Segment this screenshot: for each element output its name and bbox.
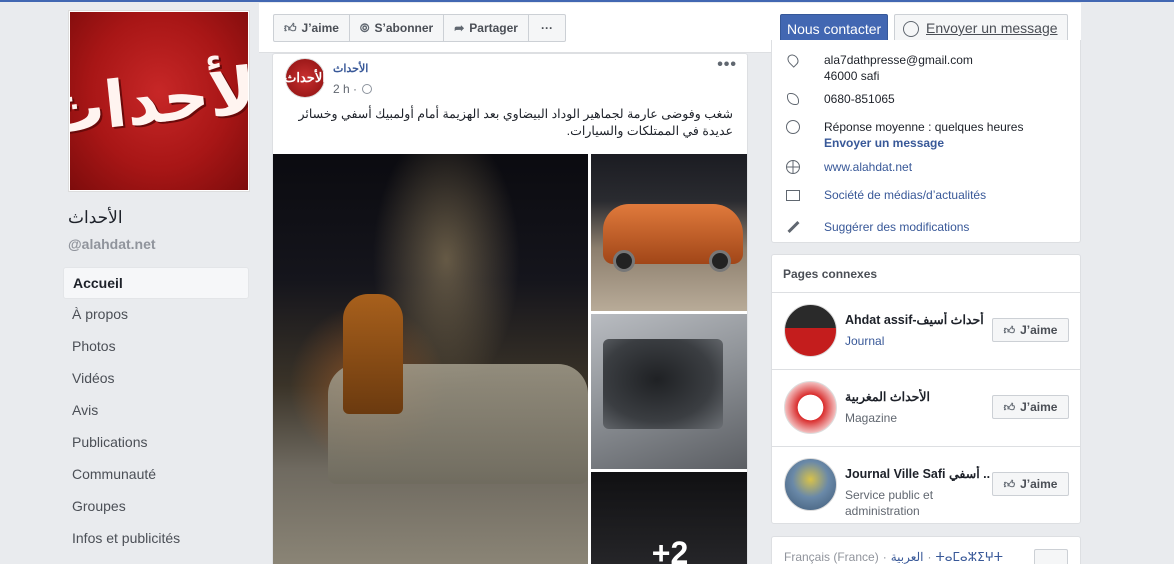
related-pages-card: Pages connexes Ahdat assif-أحداث أسيف Jo… (771, 254, 1081, 524)
photo-person-shape (343, 294, 403, 414)
thumbs-up-icon: 👍︎ (1003, 478, 1016, 491)
page-handle[interactable]: @alahdat.net (68, 236, 156, 252)
post-text: شغب وفوضى عارمة لجماهير الوداد البيضاوي … (298, 107, 733, 138)
photo-broken-glass-shape (603, 339, 723, 429)
website-link[interactable]: www.alahdat.net (824, 159, 912, 175)
language-list: Français (France) · العربية · ⵜⴰⵎⴰⵣⵉⵖⵜ (784, 550, 1003, 564)
messenger-icon (903, 20, 919, 37)
postal-text: 46000 safi (824, 69, 880, 83)
post-photo-2[interactable] (591, 154, 747, 311)
thumbs-up-icon: 👍︎ (1003, 401, 1016, 414)
phone-row: 0680-851065 (784, 91, 895, 107)
more-options-button[interactable]: ··· (529, 15, 565, 41)
phone-text[interactable]: 0680-851065 (824, 91, 895, 107)
post-card: الأحداث الأحداث 2 h · ••• شغب وفوضى عارم… (272, 53, 748, 564)
response-row: Réponse moyenne : quelques heures Envoyer… (784, 119, 1023, 151)
share-arrow-icon: ➦ (454, 21, 465, 35)
nav-item-publications[interactable]: Publications (63, 427, 249, 459)
subscribe-button[interactable]: ⦾ S’abonner (350, 15, 445, 41)
nav-item-infos-publicites[interactable]: Infos et publicités (63, 523, 249, 555)
category-link[interactable]: Société de médias/d’actualités (824, 187, 986, 203)
post-author-avatar[interactable]: الأحداث (284, 58, 326, 98)
category-row: Société de médias/d’actualités (784, 187, 986, 203)
subscribe-label: S’abonner (374, 21, 434, 35)
like-page-label: J’aime (301, 21, 339, 35)
pencil-icon (786, 220, 800, 234)
photo-wheel-shape (613, 250, 635, 272)
like-label: J’aime (1020, 323, 1058, 337)
share-label: Partager (469, 21, 518, 35)
contact-us-button[interactable]: Nous contacter (780, 14, 889, 43)
share-button[interactable]: ➦ Partager (444, 15, 529, 41)
nav-item-videos[interactable]: Vidéos (63, 363, 249, 395)
language-ar[interactable]: العربية (891, 550, 924, 564)
post-photo-main[interactable] (273, 154, 588, 564)
related-page-name[interactable]: Journal Ville Safi أسفي ... (845, 466, 990, 481)
related-page-category[interactable]: Journal (845, 333, 985, 349)
thumbs-up-icon: 👍︎ (1003, 324, 1016, 337)
post-options-button[interactable]: ••• (717, 56, 737, 74)
suggest-row: Suggérer des modifications (784, 219, 969, 235)
suggest-edits-link[interactable]: Suggérer des modifications (824, 219, 969, 235)
nav-item-groupes[interactable]: Groupes (63, 491, 249, 523)
related-page-name[interactable]: Ahdat assif-أحداث أسيف (845, 312, 984, 327)
nav-item-accueil[interactable]: Accueil (63, 267, 249, 299)
email-text[interactable]: ala7dathpresse@gmail.com (824, 52, 973, 68)
page-name[interactable]: الأحداث (68, 208, 123, 228)
profile-logo: الأحداث (70, 51, 248, 151)
post-photo-4[interactable]: +2 (591, 472, 747, 564)
like-label: J’aime (1020, 477, 1058, 491)
post-author-name[interactable]: الأحداث (333, 62, 368, 75)
related-page-avatar[interactable] (784, 381, 837, 434)
like-page-button[interactable]: 👍︎ J’aime (274, 15, 350, 41)
more-photos-count: +2 (591, 472, 747, 564)
related-page-category: Service public et administration (845, 488, 934, 518)
related-page-avatar[interactable] (784, 304, 837, 357)
send-message-link[interactable]: Envoyer un message (824, 135, 1023, 151)
globe-icon (786, 160, 800, 174)
like-related-page-button[interactable]: 👍︎ J’aime (992, 395, 1069, 419)
send-message-button[interactable]: Envoyer un message (894, 14, 1068, 43)
related-page-item: Journal Ville Safi أسفي ... Service publ… (772, 446, 1080, 523)
post-photo-3[interactable] (591, 314, 747, 469)
post-photo-grid: +2 (273, 154, 747, 564)
post-timestamp[interactable]: 2 h · (333, 82, 373, 96)
send-message-label: Envoyer un message (926, 20, 1058, 36)
about-card: ala7dathpresse@gmail.com 46000 safi 0680-… (771, 40, 1081, 243)
related-pages-title: Pages connexes (783, 267, 878, 281)
related-page-item: Ahdat assif-أحداث أسيف Journal 👍︎ J’aime (772, 292, 1080, 369)
address-row: ala7dathpresse@gmail.com 46000 safi (784, 52, 973, 84)
location-pin-icon (785, 52, 801, 68)
phone-icon (787, 93, 799, 105)
photo-wheel-shape (709, 250, 731, 272)
top-accent-line (0, 0, 1174, 2)
messenger-icon (786, 120, 800, 134)
category-icon (786, 189, 800, 201)
related-page-avatar[interactable] (784, 458, 837, 511)
more-languages-button[interactable] (1034, 549, 1068, 564)
rss-icon: ⦾ (359, 20, 370, 35)
related-page-item: الأحداث المغربية Magazine 👍︎ J’aime (772, 369, 1080, 446)
like-label: J’aime (1020, 400, 1058, 414)
related-page-category: Magazine (845, 411, 898, 425)
profile-picture[interactable]: الأحداث (68, 10, 250, 192)
language-fr[interactable]: Français (France) (784, 550, 879, 564)
language-other[interactable]: ⵜⴰⵎⴰⵣⵉⵖⵜ (935, 550, 1002, 564)
response-time-text: Réponse moyenne : quelques heures (824, 120, 1024, 134)
globe-icon (362, 84, 373, 94)
action-button-group: 👍︎ J’aime ⦾ S’abonner ➦ Partager ··· (273, 14, 566, 42)
like-related-page-button[interactable]: 👍︎ J’aime (992, 318, 1069, 342)
more-options-label: ··· (540, 21, 553, 35)
post-time-text: 2 h · (333, 82, 358, 96)
nav-item-communaute[interactable]: Communauté (63, 459, 249, 491)
nav-item-photos[interactable]: Photos (63, 331, 249, 363)
related-page-name[interactable]: الأحداث المغربية (845, 389, 930, 404)
like-related-page-button[interactable]: 👍︎ J’aime (992, 472, 1069, 496)
nav-item-avis[interactable]: Avis (63, 395, 249, 427)
website-row: www.alahdat.net (784, 159, 912, 175)
page-nav: Accueil À propos Photos Vidéos Avis Publ… (63, 267, 249, 555)
nav-item-a-propos[interactable]: À propos (63, 299, 249, 331)
thumbs-up-icon: 👍︎ (284, 20, 297, 35)
language-card: Français (France) · العربية · ⵜⴰⵎⴰⵣⵉⵖⵜ (771, 536, 1081, 564)
